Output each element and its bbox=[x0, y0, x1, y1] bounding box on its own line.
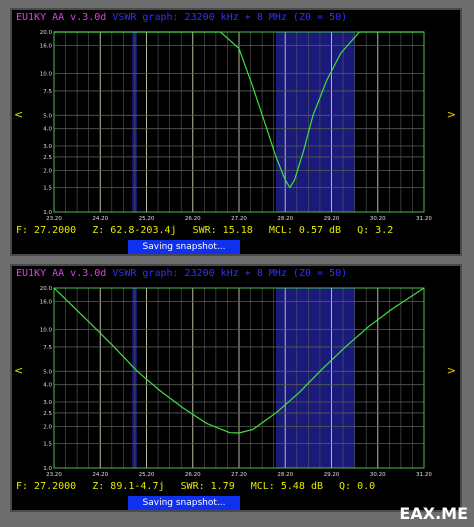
status-line: F: 27.2000 Z: 62.8-203.4j SWR: 15.18 MCL… bbox=[16, 225, 403, 236]
x-tick-label: 24.20 bbox=[92, 216, 108, 222]
x-tick-label: 25.20 bbox=[139, 216, 155, 222]
y-tick-label: 16.0 bbox=[40, 299, 53, 305]
y-tick-label: 2.5 bbox=[43, 155, 52, 161]
x-tick-label: 23.20 bbox=[46, 216, 62, 222]
y-tick-label: 7.5 bbox=[43, 345, 52, 351]
x-tick-label: 25.20 bbox=[139, 472, 155, 478]
x-tick-label: 31.20 bbox=[416, 216, 432, 222]
x-tick-label: 26.20 bbox=[185, 472, 201, 478]
y-tick-label: 1.0 bbox=[43, 466, 52, 472]
x-tick-label: 28.20 bbox=[277, 216, 293, 222]
ham-band bbox=[132, 32, 137, 212]
frequency-readout: F: 27.2000 bbox=[16, 225, 77, 236]
swr-readout: SWR: 15.18 bbox=[192, 225, 253, 236]
y-tick-label: 4.0 bbox=[43, 383, 52, 389]
y-tick-label: 4.0 bbox=[43, 127, 52, 133]
y-tick-label: 1.5 bbox=[43, 442, 52, 448]
analyzer-screen-bottom: EU1KY AA v.3.0d VSWR graph: 23200 kHz + 8… bbox=[10, 264, 462, 512]
ham-band bbox=[132, 288, 137, 468]
mcl-readout: MCL: 5.48 dB bbox=[250, 481, 323, 492]
y-tick-label: 2.0 bbox=[43, 168, 52, 174]
y-tick-label: 2.5 bbox=[43, 411, 52, 417]
analyzer-screen-top: EU1KY AA v.3.0d VSWR graph: 23200 kHz + 8… bbox=[10, 8, 462, 256]
x-tick-label: 28.20 bbox=[277, 472, 293, 478]
impedance-readout: Z: 89.1-4.7j bbox=[92, 481, 165, 492]
frequency-readout: F: 27.2000 bbox=[16, 481, 77, 492]
y-tick-label: 3.0 bbox=[43, 144, 52, 150]
y-tick-label: 5.0 bbox=[43, 113, 52, 119]
saving-snapshot-banner: Saving snapshot... bbox=[128, 240, 240, 254]
x-tick-label: 29.20 bbox=[324, 216, 340, 222]
x-tick-label: 30.20 bbox=[370, 472, 386, 478]
watermark: EAX.ME bbox=[399, 504, 468, 523]
y-tick-label: 2.0 bbox=[43, 424, 52, 430]
saving-snapshot-banner: Saving snapshot... bbox=[128, 496, 240, 510]
x-tick-label: 27.20 bbox=[231, 472, 247, 478]
x-tick-label: 31.20 bbox=[416, 472, 432, 478]
status-line: F: 27.2000 Z: 89.1-4.7j SWR: 1.79 MCL: 5… bbox=[16, 481, 385, 492]
x-tick-label: 24.20 bbox=[92, 472, 108, 478]
q-readout: Q: 3.2 bbox=[357, 225, 394, 236]
y-tick-label: 1.0 bbox=[43, 210, 52, 216]
x-tick-label: 29.20 bbox=[324, 472, 340, 478]
x-tick-label: 30.20 bbox=[370, 216, 386, 222]
vswr-graph: 23.20 24.20 25.20 26.20 27.20 28.20 29.20 30.20… bbox=[40, 286, 433, 478]
y-tick-label: 1.5 bbox=[43, 186, 52, 192]
y-tick-label: 5.0 bbox=[43, 369, 52, 375]
y-tick-label: 20.0 bbox=[40, 30, 53, 36]
y-tick-label: 20.0 bbox=[40, 286, 53, 292]
x-tick-label: 26.20 bbox=[185, 216, 201, 222]
swr-readout: SWR: 1.79 bbox=[180, 481, 235, 492]
y-tick-label: 16.0 bbox=[40, 43, 53, 49]
q-readout: Q: 0.0 bbox=[339, 481, 376, 492]
y-tick-label: 10.0 bbox=[40, 72, 53, 78]
x-tick-label: 27.20 bbox=[231, 216, 247, 222]
mcl-readout: MCL: 0.57 dB bbox=[268, 225, 342, 236]
x-tick-label: 23.20 bbox=[46, 472, 62, 478]
y-tick-label: 3.0 bbox=[43, 400, 52, 406]
vswr-graph: 23.20 24.20 25.20 26.20 27.20 28.20 29.20 30.20… bbox=[40, 30, 433, 222]
y-tick-label: 10.0 bbox=[40, 328, 53, 334]
y-tick-label: 7.5 bbox=[43, 89, 52, 95]
impedance-readout: Z: 62.8-203.4j bbox=[92, 225, 177, 236]
